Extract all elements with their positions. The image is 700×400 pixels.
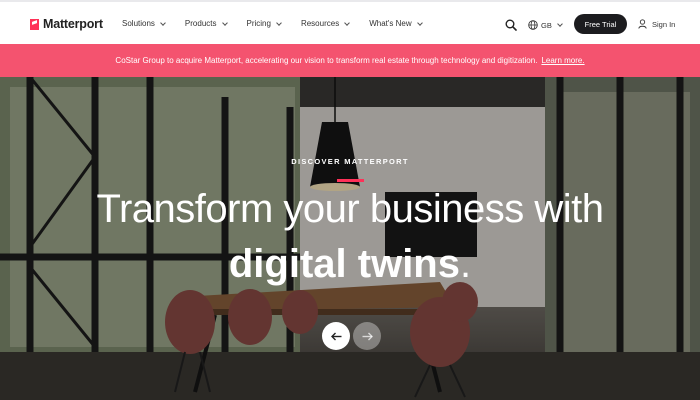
region-label: GB bbox=[541, 20, 552, 30]
nav-label: Solutions bbox=[122, 19, 155, 28]
logo-mark-icon bbox=[30, 18, 39, 30]
nav-label: Products bbox=[184, 19, 217, 28]
nav-label: Resources bbox=[300, 19, 340, 28]
headline-period: . bbox=[460, 242, 472, 286]
chevron-down-icon bbox=[416, 19, 423, 26]
nav-products[interactable]: Products bbox=[184, 19, 228, 28]
carousel-next-button[interactable] bbox=[353, 322, 381, 350]
nav-whats-new[interactable]: What's New bbox=[369, 19, 423, 28]
hero-headline: Transform your business with bbox=[96, 187, 604, 231]
chevron-down-icon bbox=[160, 19, 166, 26]
logo-text: Matterport bbox=[43, 17, 103, 31]
nav-resources[interactable]: Resources bbox=[300, 19, 351, 28]
announcement-banner: CoStar Group to acquire Matterport, acce… bbox=[0, 44, 700, 77]
chevron-down-icon bbox=[344, 19, 351, 26]
matterport-logo[interactable]: Matterport bbox=[30, 17, 103, 31]
eyebrow-accent-bar bbox=[337, 179, 364, 182]
banner-text: CoStar Group to acquire Matterport, acce… bbox=[115, 56, 538, 65]
free-trial-button[interactable]: Free Trial bbox=[574, 14, 627, 34]
hero-section: DISCOVER MATTERPORT Transform your busin… bbox=[0, 77, 700, 400]
nav-label: Pricing bbox=[246, 19, 271, 28]
top-nav: Matterport Solutions Products Pricing Re… bbox=[0, 2, 700, 44]
carousel-prev-button[interactable] bbox=[322, 322, 350, 350]
globe-icon bbox=[528, 20, 538, 30]
arrow-left-icon bbox=[330, 332, 341, 340]
sign-in-link[interactable]: Sign In bbox=[638, 19, 675, 29]
sign-in-label: Sign In bbox=[652, 19, 676, 29]
search-icon[interactable] bbox=[505, 19, 517, 31]
hero-eyebrow: DISCOVER MATTERPORT bbox=[291, 157, 409, 166]
nav-pricing[interactable]: Pricing bbox=[246, 19, 282, 28]
chevron-down-icon bbox=[276, 19, 282, 26]
region-selector[interactable]: GB bbox=[528, 20, 563, 30]
main-menu: Solutions Products Pricing Resources Wha… bbox=[122, 19, 442, 28]
arrow-right-icon bbox=[362, 332, 373, 340]
learn-more-link[interactable]: Learn more. bbox=[541, 56, 584, 65]
headline-emphasis: digital twins bbox=[228, 242, 460, 286]
hero-headline-line2: digital twins. bbox=[0, 242, 700, 287]
hero-background-image bbox=[0, 77, 700, 400]
nav-solutions[interactable]: Solutions bbox=[122, 19, 166, 28]
chevron-down-icon bbox=[557, 21, 563, 27]
nav-label: What's New bbox=[369, 19, 412, 28]
user-icon bbox=[638, 19, 647, 29]
chevron-down-icon bbox=[221, 19, 228, 26]
